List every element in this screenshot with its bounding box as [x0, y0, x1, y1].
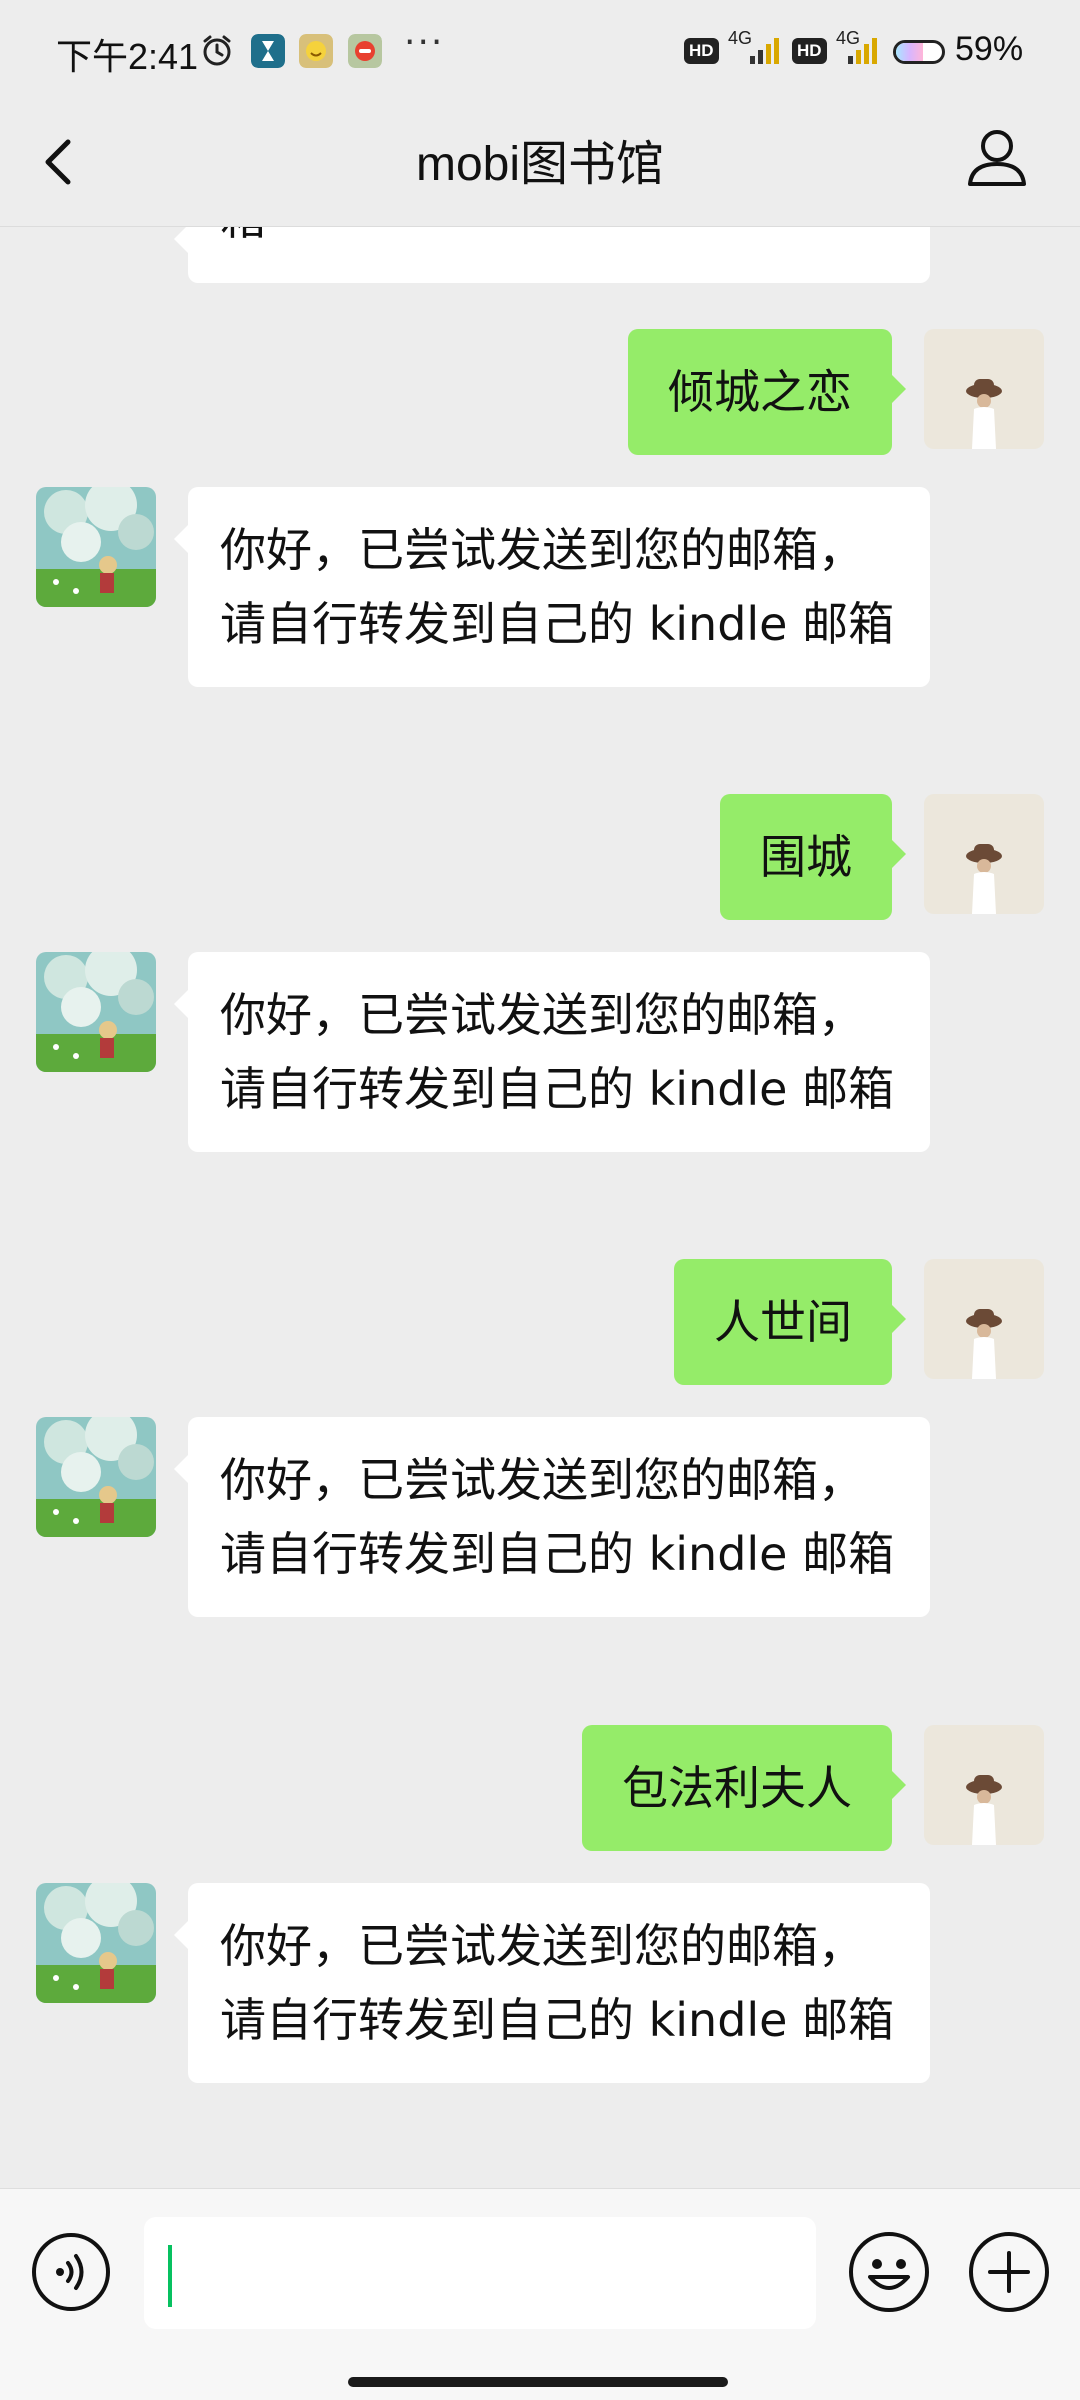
message-text: 你好，已尝试发送到您的邮箱，请自行转发到自己的 kindle 邮箱	[220, 523, 895, 651]
input-bar	[0, 2188, 1080, 2400]
text-cursor	[168, 2245, 172, 2307]
emoji-icon	[849, 2232, 929, 2312]
message-text: 包法利夫人	[622, 1761, 852, 1815]
message-bubble-outgoing[interactable]: 人世间	[674, 1259, 906, 1385]
plus-circle-icon	[969, 2232, 1049, 2312]
chat-screen: 下午2:41 ··· HD 4G HD 4G 59% mobi图书馆 倾城之恋 …	[0, 0, 1080, 2400]
hourglass-app-icon	[251, 34, 285, 68]
message-text: 倾城之恋	[668, 365, 852, 419]
message-text: 你好，已尝试发送到您的邮箱，请自行转发到自己的 kindle 邮箱	[220, 988, 895, 1116]
status-bar: 下午2:41 ··· HD 4G HD 4G 59%	[0, 0, 1080, 100]
contact-avatar[interactable]	[36, 952, 156, 1072]
avatar-image	[924, 1259, 1044, 1379]
more-notifications-icon: ···	[404, 22, 445, 63]
message-bubble-outgoing[interactable]: 倾城之恋	[628, 329, 906, 455]
status-time: 下午2:41	[56, 36, 199, 77]
my-avatar[interactable]	[924, 794, 1044, 914]
contact-avatar[interactable]	[36, 1417, 156, 1537]
signal-icon	[848, 38, 877, 64]
message-text: 你好，已尝试发送到您的邮箱，请自行转发到自己的 kindle 邮箱	[220, 1453, 895, 1581]
message-input[interactable]	[144, 2217, 816, 2329]
message-bubble-incoming[interactable]: 你好，已尝试发送到您的邮箱，请自行转发到自己的 kindle 邮箱	[174, 1883, 930, 2083]
avatar-image	[36, 952, 156, 1072]
person-icon	[968, 130, 1026, 186]
voice-icon	[32, 2233, 110, 2311]
message-bubble-outgoing[interactable]: 围城	[720, 794, 906, 920]
chat-header: mobi图书馆	[0, 100, 1080, 227]
hd-badge: HD	[684, 38, 719, 64]
signal-icon	[750, 38, 779, 64]
my-avatar[interactable]	[924, 1259, 1044, 1379]
avatar-image	[924, 1725, 1044, 1845]
chat-info-button[interactable]	[962, 122, 1032, 192]
more-actions-button[interactable]	[966, 2229, 1052, 2315]
message-text: 你好，已尝试发送到您的邮箱，请自行转发到自己的 kindle 邮箱	[220, 1919, 895, 2047]
avatar-image	[924, 329, 1044, 449]
my-avatar[interactable]	[924, 1725, 1044, 1845]
avatar-image	[36, 487, 156, 607]
hd-badge: HD	[792, 38, 827, 64]
battery-level	[896, 43, 924, 61]
message-bubble-incoming[interactable]: 箱	[174, 227, 930, 283]
voice-input-button[interactable]	[30, 2231, 112, 2313]
red-app-icon	[348, 34, 382, 68]
home-indicator[interactable]	[348, 2377, 728, 2387]
message-list[interactable]: 箱 倾城之恋	[0, 227, 1080, 2187]
message-bubble-incoming[interactable]: 你好，已尝试发送到您的邮箱，请自行转发到自己的 kindle 邮箱	[174, 952, 930, 1152]
avatar-image	[36, 1417, 156, 1537]
battery-icon	[893, 40, 945, 64]
battery-percent: 59%	[955, 30, 1024, 68]
contact-avatar[interactable]	[36, 1883, 156, 2003]
message-text: 人世间	[714, 1295, 852, 1349]
avatar-image	[36, 1883, 156, 2003]
contact-avatar[interactable]	[36, 487, 156, 607]
emoji-app-icon	[299, 34, 333, 68]
emoji-button[interactable]	[846, 2229, 932, 2315]
alarm-icon	[203, 35, 231, 66]
my-avatar[interactable]	[924, 329, 1044, 449]
avatar-image	[924, 794, 1044, 914]
page-title: mobi图书馆	[415, 138, 665, 191]
message-bubble-incoming[interactable]: 你好，已尝试发送到您的邮箱，请自行转发到自己的 kindle 邮箱	[174, 487, 930, 687]
message-bubble-outgoing[interactable]: 包法利夫人	[582, 1725, 906, 1851]
message-text: 围城	[760, 830, 852, 884]
message-bubble-incoming[interactable]: 你好，已尝试发送到您的邮箱，请自行转发到自己的 kindle 邮箱	[174, 1417, 930, 1617]
message-text: 箱	[220, 227, 266, 255]
